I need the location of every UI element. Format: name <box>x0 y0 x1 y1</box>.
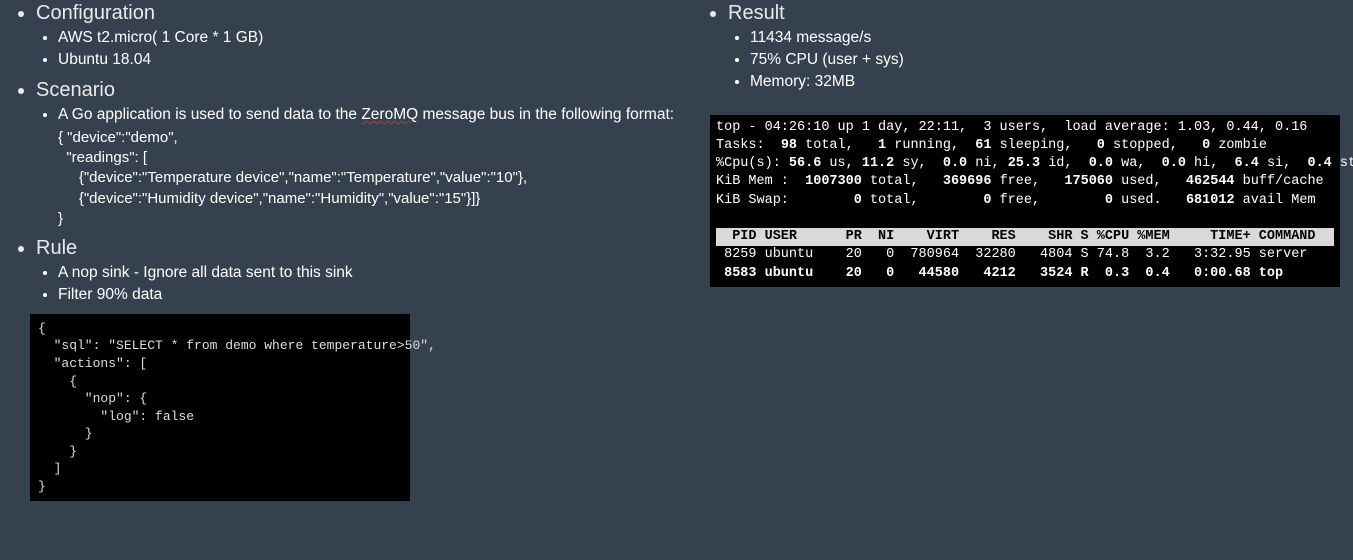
result-item: 75% CPU (user + sys) <box>750 50 1343 71</box>
message-json: { "device":"demo", "readings": [ {"devic… <box>58 128 690 229</box>
config-item: Ubuntu 18.04 <box>58 50 690 71</box>
configuration-heading: Configuration <box>36 2 155 24</box>
top-process-row: 8583 ubuntu 20 0 44580 4212 3524 R 0.3 0… <box>716 266 1283 281</box>
scenario-desc-pre: A Go application is used to send data to… <box>58 106 361 123</box>
rule-item: Filter 90% data <box>58 285 690 306</box>
top-swap-line: KiB Swap: 0 total, 0 free, 0 used. 68101… <box>716 193 1316 208</box>
top-cpu-line: %Cpu(s): 56.6 us, 11.2 sy, 0.0 ni, 25.3 … <box>716 156 1353 171</box>
zeromq-word: ZeroMQ <box>361 106 418 123</box>
scenario-desc-post: message bus in the following format: <box>418 106 674 123</box>
top-summary-line: top - 04:26:10 up 1 day, 22:11, 3 users,… <box>716 120 1307 135</box>
config-item: AWS t2.micro( 1 Core * 1 GB) <box>58 28 690 49</box>
rule-item: A nop sink - Ignore all data sent to thi… <box>58 263 358 284</box>
result-item: Memory: 32MB <box>750 72 1343 93</box>
result-heading: Result <box>728 2 785 24</box>
rule-heading: Rule <box>36 237 77 259</box>
scenario-heading: Scenario <box>36 79 115 101</box>
scenario-desc: A Go application is used to send data to… <box>58 105 690 229</box>
result-item: 11434 message/s <box>750 28 1343 49</box>
rule-code-block: { "sql": "SELECT * from demo where tempe… <box>30 314 410 501</box>
top-output: top - 04:26:10 up 1 day, 22:11, 3 users,… <box>710 115 1340 287</box>
top-mem-line: KiB Mem : 1007300 total, 369696 free, 17… <box>716 174 1324 189</box>
top-process-row: 8259 ubuntu 20 0 780964 32280 4804 S 74.… <box>716 247 1307 262</box>
top-tasks-line: Tasks: 98 total, 1 running, 61 sleeping,… <box>716 138 1267 153</box>
top-header-row: PID USER PR NI VIRT RES SHR S %CPU %MEM … <box>716 228 1334 246</box>
